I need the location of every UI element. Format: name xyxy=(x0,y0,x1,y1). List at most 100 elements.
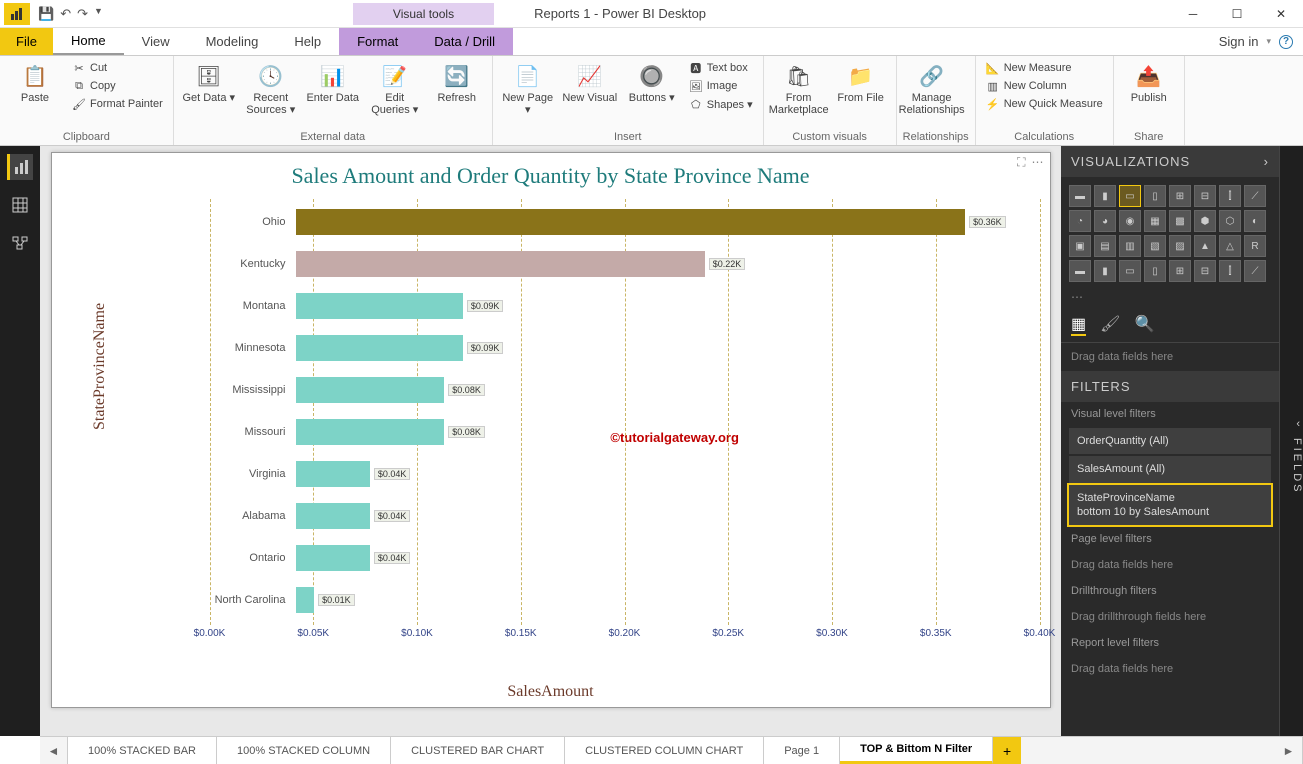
get-data-button[interactable]: 🗄Get Data ▾ xyxy=(180,58,238,104)
viz-type-icon[interactable]: ▦ xyxy=(1144,210,1166,232)
viz-type-icon[interactable]: ▯ xyxy=(1144,185,1166,207)
paste-button[interactable]: 📋Paste xyxy=(6,58,64,104)
viz-type-icon[interactable]: ⊟ xyxy=(1194,185,1216,207)
shapes-button[interactable]: ⬠Shapes ▾ xyxy=(685,96,757,112)
modeling-tab[interactable]: Modeling xyxy=(188,28,277,55)
from-marketplace-button[interactable]: 🛍From Marketplace xyxy=(770,58,828,116)
home-tab[interactable]: Home xyxy=(53,28,124,55)
viz-type-icon[interactable]: ⫿ xyxy=(1219,260,1241,282)
bar[interactable] xyxy=(296,335,463,361)
chevron-down-icon[interactable]: ▾ xyxy=(1266,36,1271,47)
viz-type-icon[interactable]: △ xyxy=(1219,235,1241,257)
maximize-button[interactable]: ☐ xyxy=(1215,0,1259,28)
cut-button[interactable]: ✂Cut xyxy=(68,60,167,76)
viz-type-icon[interactable]: ▲ xyxy=(1194,235,1216,257)
viz-type-icon[interactable]: ▭ xyxy=(1119,185,1141,207)
fields-pane-collapsed[interactable]: ‹ FIELDS xyxy=(1279,146,1303,736)
close-button[interactable]: ✕ xyxy=(1259,0,1303,28)
sign-in-link[interactable]: Sign in xyxy=(1219,34,1259,49)
viz-type-icon[interactable]: ⊞ xyxy=(1169,260,1191,282)
data-view-icon[interactable] xyxy=(7,192,33,218)
chevron-left-icon[interactable]: ‹ xyxy=(1296,418,1303,430)
page-tab[interactable]: TOP & Bittom N Filter xyxy=(840,737,993,764)
focus-mode-icon[interactable]: ⛶ xyxy=(1017,155,1025,170)
text-box-button[interactable]: 🅰Text box xyxy=(685,60,757,76)
viz-type-icon[interactable]: ⊟ xyxy=(1194,260,1216,282)
redo-icon[interactable]: ↷ xyxy=(77,6,88,22)
viz-type-icon[interactable]: ▭ xyxy=(1119,260,1141,282)
report-filters-drop[interactable]: Drag data fields here xyxy=(1061,655,1279,683)
page-tab[interactable]: CLUSTERED COLUMN CHART xyxy=(565,737,764,764)
report-page[interactable]: ⛶ ⋯ Sales Amount and Order Quantity by S… xyxy=(51,152,1051,708)
viz-type-icon[interactable]: ▮ xyxy=(1094,260,1116,282)
viz-type-icon[interactable]: ▨ xyxy=(1169,235,1191,257)
datadrill-tab[interactable]: Data / Drill xyxy=(416,28,513,55)
format-tab-icon[interactable]: 🖌 xyxy=(1100,314,1120,336)
page-filters-drop[interactable]: Drag data fields here xyxy=(1061,551,1279,579)
page-tab[interactable]: Page 1 xyxy=(764,737,840,764)
file-tab[interactable]: File xyxy=(0,28,53,55)
page-tab[interactable]: CLUSTERED BAR CHART xyxy=(391,737,565,764)
new-page-button[interactable]: 📄New Page ▾ xyxy=(499,58,557,116)
bar[interactable] xyxy=(296,545,370,571)
scroll-right-icon[interactable]: ► xyxy=(1275,737,1303,764)
viz-type-icon[interactable]: ⟋ xyxy=(1244,185,1266,207)
viz-type-icon[interactable]: ⟋ xyxy=(1244,260,1266,282)
bar[interactable] xyxy=(296,419,445,445)
viz-type-icon[interactable]: ▩ xyxy=(1169,210,1191,232)
new-measure-button[interactable]: 📐New Measure xyxy=(982,60,1107,76)
manage-relationships-button[interactable]: 🔗Manage Relationships xyxy=(903,58,961,116)
report-canvas[interactable]: ⛶ ⋯ Sales Amount and Order Quantity by S… xyxy=(40,146,1061,736)
filter-item[interactable]: StateProvinceName bottom 10 by SalesAmou… xyxy=(1069,485,1271,526)
help-icon[interactable]: ? xyxy=(1279,35,1293,49)
copy-button[interactable]: ⧉Copy xyxy=(68,78,167,94)
viz-type-icon[interactable]: ⫿ xyxy=(1219,185,1241,207)
more-options-icon[interactable]: ⋯ xyxy=(1032,155,1044,170)
buttons-button[interactable]: 🔘Buttons ▾ xyxy=(623,58,681,104)
minimize-button[interactable]: ─ xyxy=(1171,0,1215,28)
bar[interactable] xyxy=(296,587,315,613)
scroll-left-icon[interactable]: ◄ xyxy=(40,737,68,764)
fields-tab-icon[interactable]: ▦ xyxy=(1071,314,1086,336)
visualizations-header[interactable]: VISUALIZATIONS› xyxy=(1061,146,1279,177)
recent-sources-button[interactable]: 🕓Recent Sources ▾ xyxy=(242,58,300,116)
new-column-button[interactable]: ▥New Column xyxy=(982,78,1107,94)
format-painter-button[interactable]: 🖌Format Painter xyxy=(68,96,167,112)
viz-type-icon[interactable]: ◐ xyxy=(1244,210,1266,232)
viz-type-icon[interactable]: ◔ xyxy=(1069,210,1091,232)
bar[interactable] xyxy=(296,209,966,235)
viz-type-icon[interactable]: ▤ xyxy=(1094,235,1116,257)
save-icon[interactable]: 💾 xyxy=(38,6,54,22)
add-page-button[interactable]: + xyxy=(993,737,1021,764)
chevron-right-icon[interactable]: › xyxy=(1264,154,1269,169)
undo-icon[interactable]: ↶ xyxy=(60,6,71,22)
viz-type-icon[interactable]: ◕ xyxy=(1094,210,1116,232)
bar[interactable] xyxy=(296,461,370,487)
filter-item[interactable]: OrderQuantity (All) xyxy=(1069,428,1271,454)
bar[interactable] xyxy=(296,503,370,529)
help-tab[interactable]: Help xyxy=(276,28,339,55)
drillthrough-drop[interactable]: Drag drillthrough fields here xyxy=(1061,603,1279,631)
filter-item[interactable]: SalesAmount (All) xyxy=(1069,456,1271,482)
fields-drop-well[interactable]: Drag data fields here xyxy=(1061,343,1279,371)
bar[interactable] xyxy=(296,251,705,277)
from-file-button[interactable]: 📁From File xyxy=(832,58,890,104)
bar[interactable] xyxy=(296,377,445,403)
publish-button[interactable]: 📤Publish xyxy=(1120,58,1178,104)
report-view-icon[interactable] xyxy=(7,154,33,180)
viz-type-icon[interactable]: ⊞ xyxy=(1169,185,1191,207)
viz-type-icon[interactable]: ⬢ xyxy=(1194,210,1216,232)
view-tab[interactable]: View xyxy=(124,28,188,55)
format-tab[interactable]: Format xyxy=(339,28,416,55)
new-visual-button[interactable]: 📈New Visual xyxy=(561,58,619,104)
viz-type-icon[interactable]: ▯ xyxy=(1144,260,1166,282)
viz-type-icon[interactable]: ▮ xyxy=(1094,185,1116,207)
viz-type-icon[interactable]: ⬡ xyxy=(1219,210,1241,232)
new-quick-measure-button[interactable]: ⚡New Quick Measure xyxy=(982,96,1107,112)
refresh-button[interactable]: 🔄Refresh xyxy=(428,58,486,104)
image-button[interactable]: 🖼Image xyxy=(685,78,757,94)
viz-type-icon[interactable]: ▥ xyxy=(1119,235,1141,257)
viz-type-icon[interactable]: ◉ xyxy=(1119,210,1141,232)
viz-type-icon[interactable]: ▬ xyxy=(1069,185,1091,207)
edit-queries-button[interactable]: 📝Edit Queries ▾ xyxy=(366,58,424,116)
